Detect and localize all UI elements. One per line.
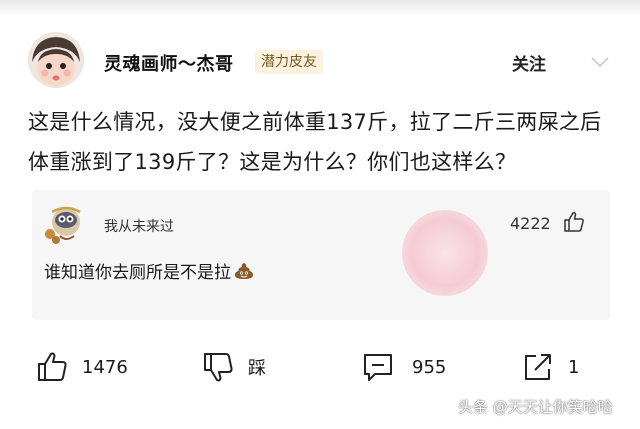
- author-badge: 潜力皮友: [255, 50, 323, 74]
- poop-emoji-icon: [235, 263, 253, 279]
- share-count: 1: [568, 356, 580, 378]
- thumbs-down-icon: [204, 353, 233, 382]
- hot-stamp-graphic: [402, 210, 488, 296]
- share-icon: [525, 354, 551, 380]
- comment-button[interactable]: 955: [362, 350, 446, 384]
- dislike-button[interactable]: 踩: [202, 350, 266, 384]
- top-shadow: [0, 0, 640, 16]
- dislike-label: 踩: [248, 358, 266, 379]
- commenter-avatar[interactable]: [42, 202, 86, 246]
- author-name[interactable]: 灵魂画师～杰哥: [104, 50, 234, 76]
- comment-like-count: 4222: [510, 214, 551, 233]
- source-watermark: 头条 @天天让你笑哈哈: [458, 398, 613, 416]
- comment-text-content: 谁知道你去厕所是不是拉: [44, 263, 231, 283]
- author-avatar[interactable]: [28, 32, 84, 88]
- thumbs-up-icon: [38, 352, 67, 381]
- comment-icon: [364, 354, 392, 381]
- chevron-down-icon[interactable]: [590, 55, 610, 69]
- baby-face-avatar-image: [28, 32, 84, 88]
- follow-button[interactable]: 关注: [512, 50, 546, 75]
- like-count: 1476: [82, 356, 128, 378]
- share-button[interactable]: 1: [522, 350, 579, 384]
- hot-comment-card[interactable]: 我从未来过 4222 谁知道你去厕所是不是拉: [32, 190, 610, 320]
- comment-text: 谁知道你去厕所是不是拉: [44, 258, 255, 283]
- post-content: 这是什么情况，没大便之前体重137斤，拉了二斤三两屎之后体重涨到了139斤了？这…: [28, 110, 602, 174]
- comment-count: 955: [412, 356, 447, 378]
- commenter-name[interactable]: 我从未来过: [104, 216, 174, 236]
- like-button[interactable]: 1476: [36, 350, 128, 384]
- thumbs-up-icon[interactable]: [562, 210, 586, 234]
